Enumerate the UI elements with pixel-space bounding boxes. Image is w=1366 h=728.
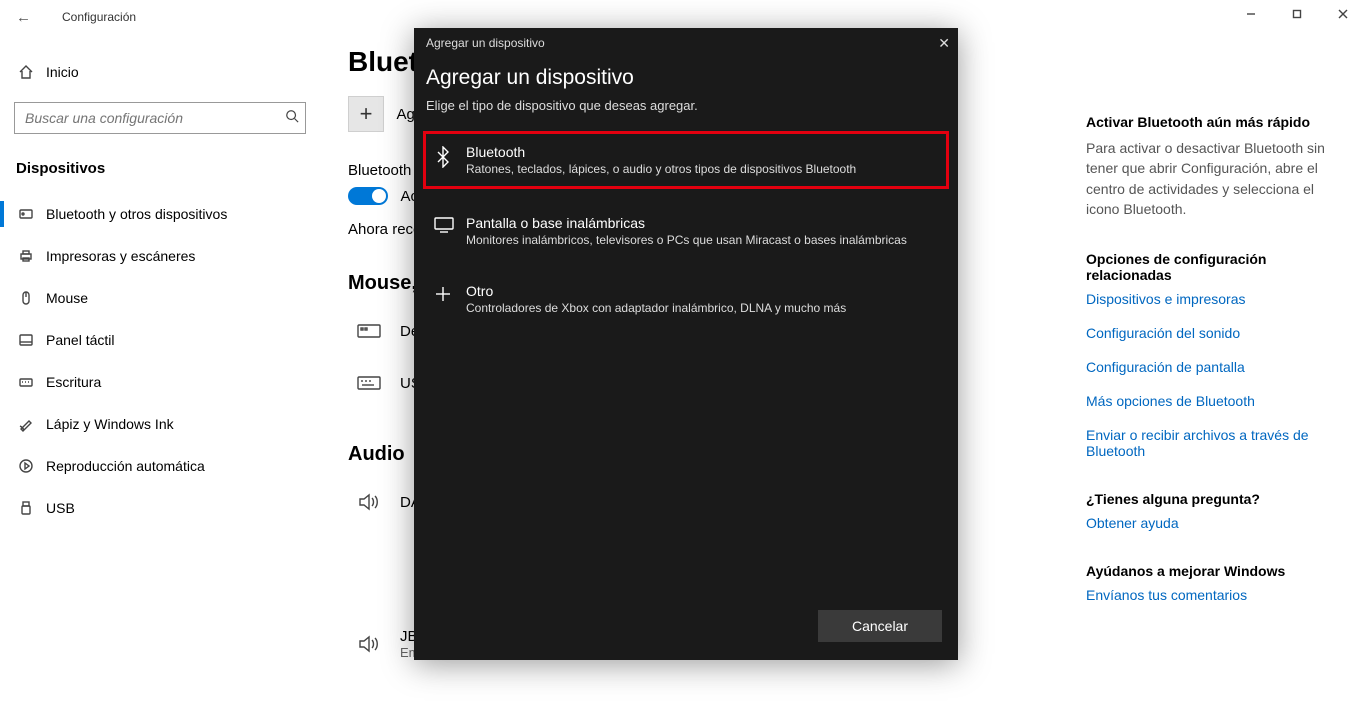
dialog-title-small: Agregar un dispositivo [426,36,545,50]
sidebar-item-label: Impresoras y escáneres [46,248,195,264]
option-desc: Controladores de Xbox con adaptador inal… [466,301,846,315]
sidebar-item-printers[interactable]: Impresoras y escáneres [12,235,308,277]
close-window-button[interactable] [1320,0,1366,28]
search-input[interactable] [25,110,285,126]
option-other[interactable]: Otro Controladores de Xbox con adaptador… [426,273,946,325]
sidebar-item-label: Lápiz y Windows Ink [46,416,174,432]
related-heading: Opciones de configuración relacionadas [1086,251,1348,283]
pen-icon [18,416,46,432]
cancel-button[interactable]: Cancelar [818,610,942,642]
sidebar-item-label: Reproducción automática [46,458,205,474]
sidebar-item-label: Mouse [46,290,88,306]
home-row[interactable]: Inicio [12,52,308,92]
autoplay-icon [18,458,46,474]
sidebar-item-label: Panel táctil [46,332,114,348]
back-button[interactable]: ← [16,9,44,26]
tip-text: Para activar o desactivar Bluetooth sin … [1086,138,1348,219]
sidebar-item-label: Escritura [46,374,101,390]
link-feedback[interactable]: Envíanos tus comentarios [1086,587,1348,603]
link-get-help[interactable]: Obtener ayuda [1086,515,1348,531]
option-desc: Ratones, teclados, lápices, o audio y ot… [466,162,856,176]
option-title: Pantalla o base inalámbricas [466,215,907,231]
sidebar-item-usb[interactable]: USB [12,487,308,529]
sidebar-item-label: Bluetooth y otros dispositivos [46,206,227,222]
sidebar-item-typing[interactable]: Escritura [12,361,308,403]
touchpad-icon [18,332,46,348]
sidebar-item-mouse[interactable]: Mouse [12,277,308,319]
link-send-receive-bt[interactable]: Enviar o recibir archivos a través de Bl… [1086,427,1348,459]
sidebar-heading: Dispositivos [12,152,308,187]
home-icon [18,64,46,80]
minimize-button[interactable] [1228,0,1274,28]
window-title: Configuración [62,10,136,24]
link-more-bluetooth[interactable]: Más opciones de Bluetooth [1086,393,1348,409]
option-title: Otro [466,283,846,299]
option-wireless-display[interactable]: Pantalla o base inalámbricas Monitores i… [426,205,946,257]
link-display-settings[interactable]: Configuración de pantalla [1086,359,1348,375]
improve-heading: Ayúdanos a mejorar Windows [1086,563,1348,579]
tip-heading: Activar Bluetooth aún más rápido [1086,114,1348,130]
bluetooth-toggle[interactable] [348,187,388,205]
option-desc: Monitores inalámbricos, televisores o PC… [466,233,907,247]
keyboard-icon [356,373,400,393]
info-panel: Activar Bluetooth aún más rápido Para ac… [1086,34,1366,728]
option-bluetooth[interactable]: Bluetooth Ratones, teclados, lápices, o … [423,131,949,189]
link-devices-printers[interactable]: Dispositivos e impresoras [1086,291,1348,307]
mouse-icon [18,290,46,306]
monitor-icon [434,215,466,238]
usb-icon [18,500,46,516]
option-title: Bluetooth [466,144,856,160]
sidebar-item-pen[interactable]: Lápiz y Windows Ink [12,403,308,445]
dialog-close-button[interactable]: ✕ [938,35,950,52]
sidebar: Inicio Dispositivos Bluetooth y otros di… [0,34,320,728]
sidebar-item-touchpad[interactable]: Panel táctil [12,319,308,361]
add-device-dialog: Agregar un dispositivo ✕ Agregar un disp… [414,28,958,660]
speaker-icon [356,633,400,655]
plus-icon [434,283,466,308]
speaker-icon [356,491,400,513]
keyboard-icon [18,374,46,390]
link-sound-settings[interactable]: Configuración del sonido [1086,325,1348,341]
sidebar-item-bluetooth[interactable]: Bluetooth y otros dispositivos [12,193,308,235]
printer-icon [18,248,46,264]
question-heading: ¿Tienes alguna pregunta? [1086,491,1348,507]
sidebar-item-autoplay[interactable]: Reproducción automática [12,445,308,487]
search-box[interactable] [14,102,306,134]
bluetooth-icon [434,144,466,173]
dialog-title: Agregar un dispositivo [426,66,946,90]
sidebar-item-label: USB [46,500,75,516]
add-device-button[interactable]: + [348,96,384,132]
maximize-button[interactable] [1274,0,1320,28]
keyboard-icon [356,321,400,341]
home-label: Inicio [46,64,79,80]
dialog-hint: Elige el tipo de dispositivo que deseas … [426,98,946,113]
bluetooth-icon [18,206,46,222]
search-icon [285,109,299,128]
